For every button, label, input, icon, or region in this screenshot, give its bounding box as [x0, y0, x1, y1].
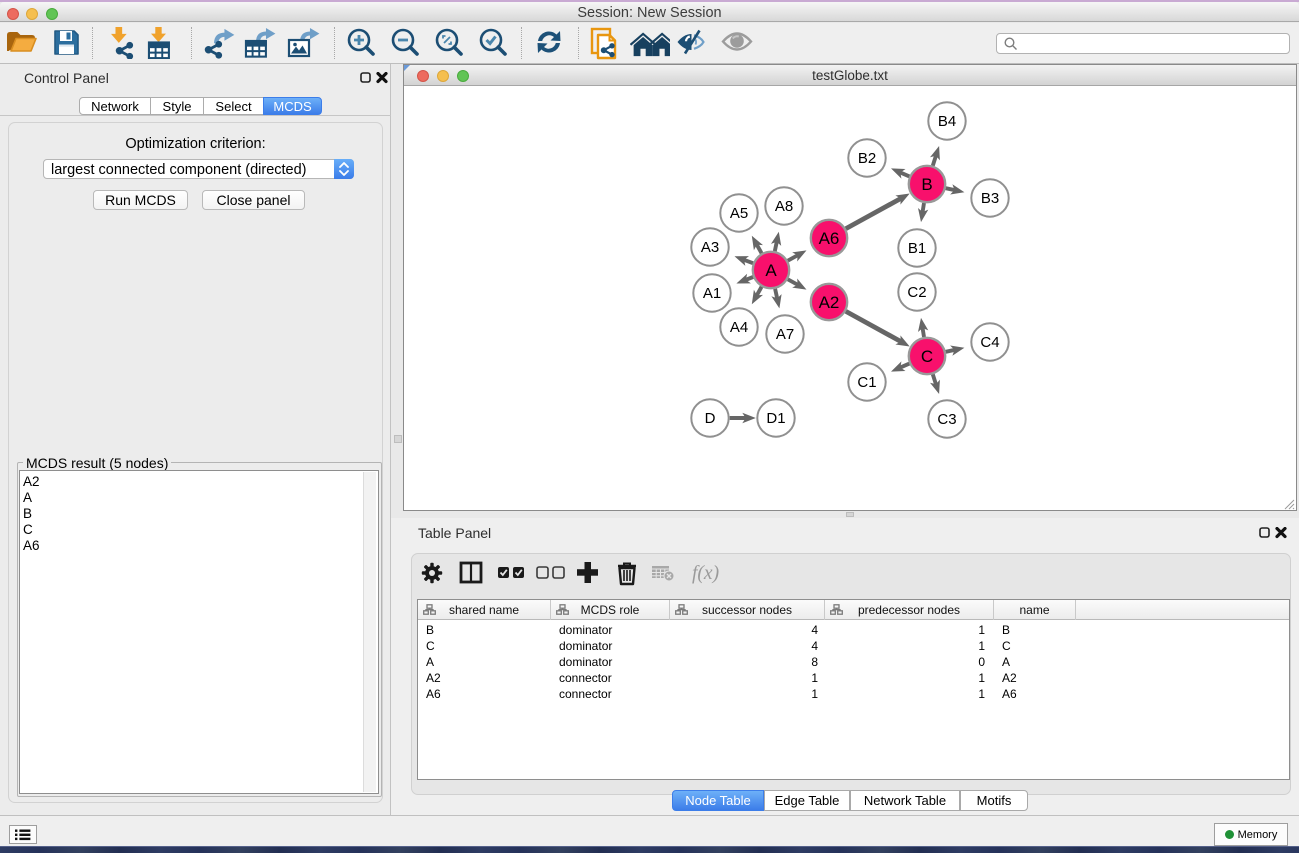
svg-text:C3: C3	[937, 411, 956, 428]
svg-text:A5: A5	[730, 205, 748, 222]
svg-text:B3: B3	[981, 190, 999, 207]
svg-text:D: D	[705, 410, 716, 427]
svg-text:A1: A1	[703, 285, 721, 302]
svg-text:C1: C1	[857, 374, 876, 391]
svg-text:D1: D1	[766, 410, 785, 427]
svg-text:A3: A3	[701, 239, 719, 256]
svg-text:A7: A7	[776, 326, 794, 343]
svg-text:A2: A2	[819, 293, 840, 312]
svg-text:B1: B1	[908, 240, 926, 257]
svg-text:A: A	[765, 261, 777, 280]
svg-text:A8: A8	[775, 198, 793, 215]
svg-text:B2: B2	[858, 150, 876, 167]
svg-text:C2: C2	[907, 284, 926, 301]
svg-text:C: C	[921, 347, 933, 366]
svg-text:B4: B4	[938, 113, 956, 130]
svg-text:A4: A4	[730, 319, 748, 336]
svg-text:B: B	[921, 175, 932, 194]
svg-text:f(x): f(x)	[692, 563, 719, 584]
svg-text:A6: A6	[819, 229, 840, 248]
svg-text:C4: C4	[980, 334, 999, 351]
